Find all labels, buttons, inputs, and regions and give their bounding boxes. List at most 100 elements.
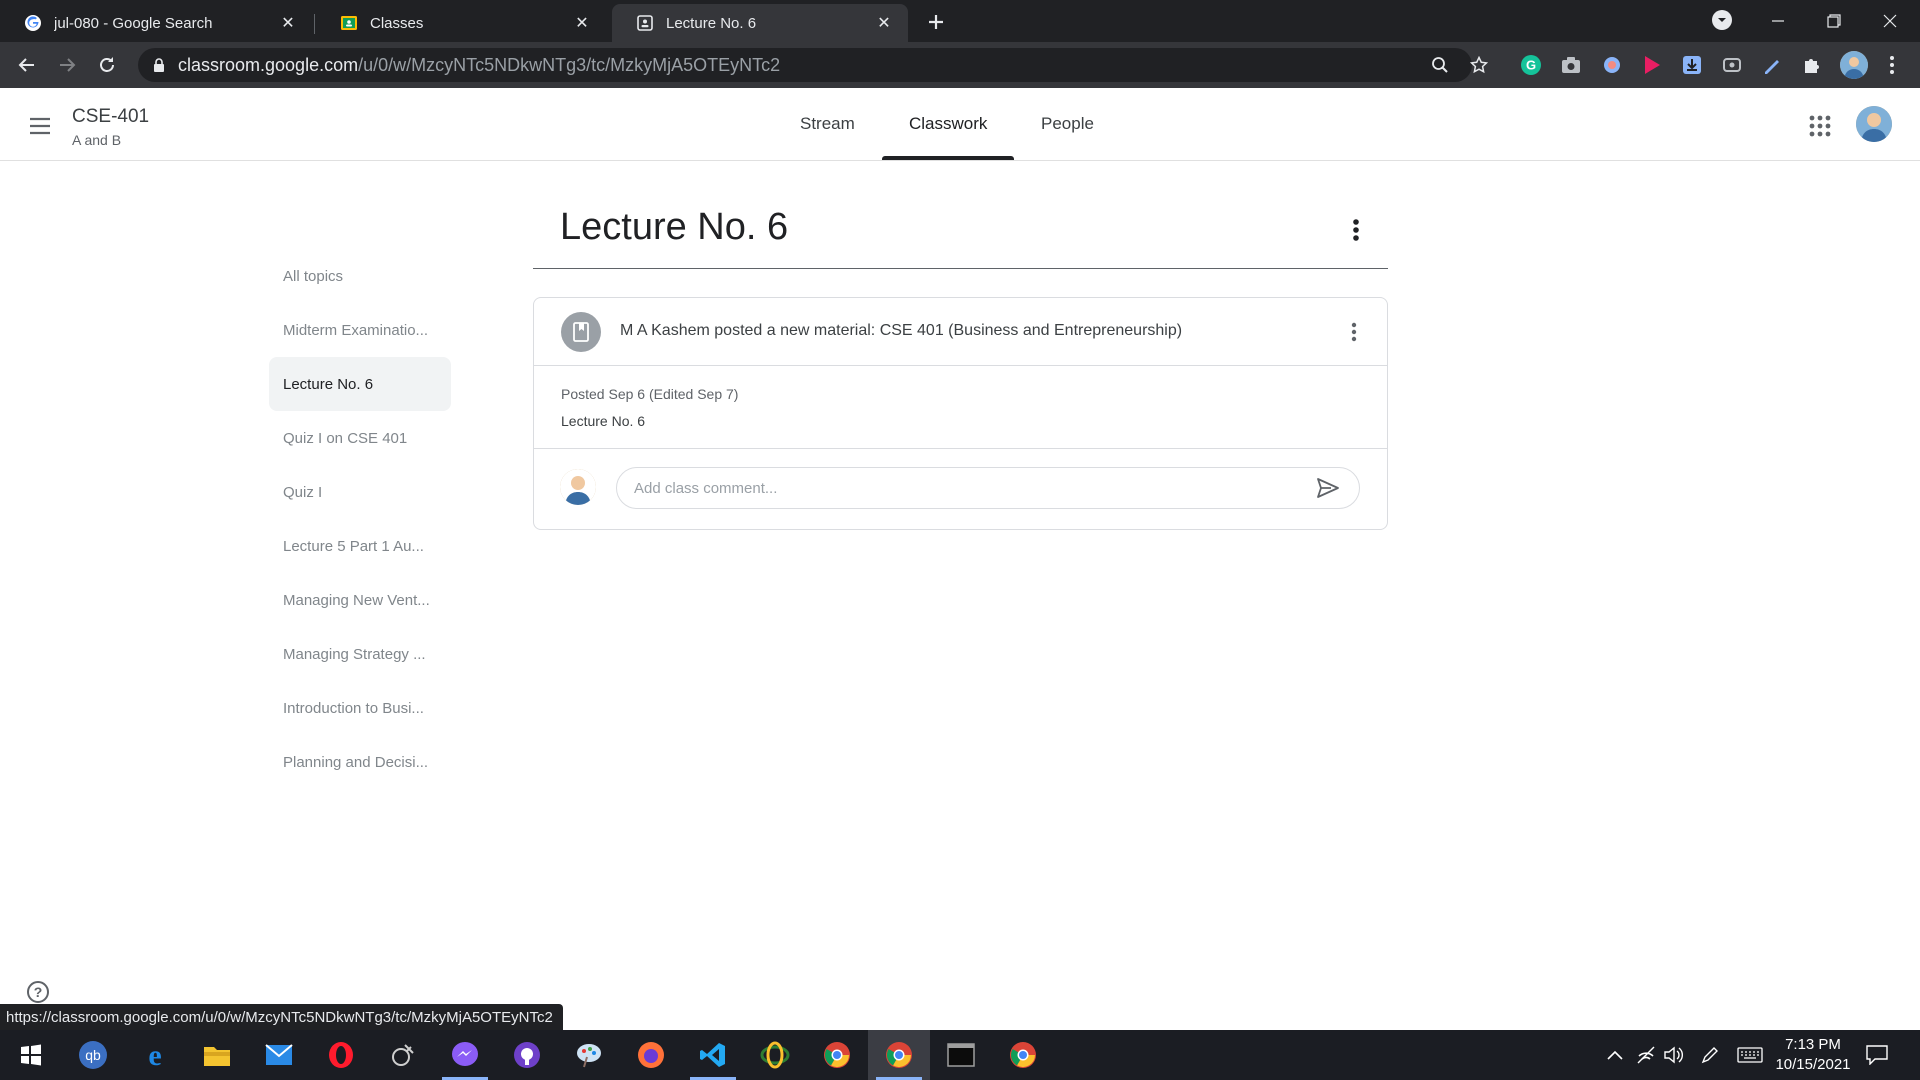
- taskbar-app-firefox[interactable]: [620, 1030, 682, 1080]
- extension-play-icon[interactable]: [1641, 54, 1663, 76]
- restore-button[interactable]: [1806, 0, 1862, 42]
- notification-center-button[interactable]: [1864, 1042, 1890, 1068]
- material-card: M A Kashem posted a new material: CSE 40…: [533, 297, 1388, 530]
- system-clock[interactable]: 7:13 PM 10/15/2021: [1768, 1035, 1858, 1075]
- tab-search-button[interactable]: [1712, 10, 1732, 30]
- tab-people[interactable]: People: [1019, 88, 1116, 160]
- taskbar-app-qb[interactable]: qb: [62, 1030, 124, 1080]
- forward-button[interactable]: [53, 51, 81, 79]
- taskbar-app-chrome-profile[interactable]: [806, 1030, 868, 1080]
- material-card-header[interactable]: M A Kashem posted a new material: CSE 40…: [534, 298, 1387, 366]
- commenter-avatar: [560, 469, 596, 505]
- keyboard-icon[interactable]: [1737, 1044, 1763, 1066]
- taskbar-app-mail[interactable]: [248, 1030, 310, 1080]
- close-icon[interactable]: ✕: [572, 13, 592, 33]
- lock-icon[interactable]: [152, 57, 166, 73]
- topic-item[interactable]: Quiz I: [269, 465, 451, 519]
- send-comment-button[interactable]: [1312, 473, 1344, 503]
- svg-text:e: e: [148, 1041, 161, 1069]
- tab-classes[interactable]: Classes ✕: [316, 4, 606, 42]
- account-avatar[interactable]: [1856, 106, 1892, 142]
- pen-icon[interactable]: [1761, 54, 1783, 76]
- browser-toolbar: classroom.google.com/u/0/w/MzcyNTc5NDkwN…: [0, 42, 1920, 88]
- class-name[interactable]: CSE-401: [72, 106, 149, 128]
- minimize-button[interactable]: [1750, 0, 1806, 42]
- folder-icon: [204, 1047, 230, 1066]
- main-menu-button[interactable]: [24, 110, 56, 142]
- download-icon[interactable]: [1681, 54, 1703, 76]
- extension-link-icon[interactable]: [1721, 54, 1743, 76]
- topic-item[interactable]: Quiz I on CSE 401: [269, 411, 451, 465]
- hamburger-icon: [30, 117, 50, 135]
- arrow-right-icon: [60, 58, 76, 72]
- taskbar-app-paint[interactable]: [558, 1030, 620, 1080]
- clock-time: 7:13 PM: [1785, 1036, 1841, 1053]
- taskbar-app-explorer[interactable]: [186, 1030, 248, 1080]
- taskbar-app-vscode[interactable]: [682, 1030, 744, 1080]
- class-comment-input[interactable]: Add class comment...: [616, 467, 1360, 509]
- messenger-icon: [452, 1042, 478, 1066]
- clock-date: 10/15/2021: [1775, 1056, 1851, 1073]
- terminal-icon: [947, 1043, 975, 1067]
- taskbar-app-chrome[interactable]: [868, 1030, 930, 1080]
- help-icon[interactable]: ?: [27, 981, 49, 1003]
- topic-title: Lecture No. 6: [560, 206, 789, 248]
- pen-workspace-icon[interactable]: [1699, 1044, 1721, 1066]
- star-icon[interactable]: [1469, 55, 1489, 75]
- volume-icon[interactable]: [1663, 1044, 1685, 1066]
- material-title[interactable]: M A Kashem posted a new material: CSE 40…: [620, 322, 1182, 340]
- new-tab-button[interactable]: [922, 8, 950, 36]
- topic-item-active[interactable]: Lecture No. 6: [269, 357, 451, 411]
- camera-icon[interactable]: [1560, 54, 1582, 76]
- tab-stream[interactable]: Stream: [778, 88, 877, 160]
- taskbar-app-edge[interactable]: e: [124, 1030, 186, 1080]
- taskbar-app-github[interactable]: [496, 1030, 558, 1080]
- profile-avatar[interactable]: [1840, 51, 1868, 79]
- topic-item[interactable]: Lecture 5 Part 1 Au...: [269, 519, 451, 573]
- satellite-icon: [392, 1044, 414, 1066]
- tab-google-search[interactable]: jul-080 - Google Search ✕: [0, 4, 312, 42]
- wifi-icon[interactable]: [1635, 1044, 1657, 1066]
- topic-item[interactable]: Midterm Examinatio...: [269, 303, 451, 357]
- taskbar-app-terminal[interactable]: [930, 1030, 992, 1080]
- google-apps-button[interactable]: [1806, 112, 1834, 140]
- extension-globe-icon[interactable]: [1601, 54, 1623, 76]
- topic-more-button[interactable]: [1342, 214, 1370, 246]
- tab-classwork[interactable]: Classwork: [887, 88, 1009, 160]
- tab-lecture-no-6[interactable]: Lecture No. 6 ✕: [612, 4, 908, 42]
- url-path: /u/0/w/MzcyNTc5NDkwNTg3/tc/MzkyMjA5OTEyN…: [358, 54, 781, 75]
- zoom-icon[interactable]: [1430, 55, 1450, 75]
- topic-item[interactable]: Introduction to Busi...: [269, 681, 451, 735]
- close-window-button[interactable]: [1862, 0, 1918, 42]
- topic-item[interactable]: Planning and Decisi...: [269, 735, 451, 789]
- material-more-button[interactable]: [1342, 318, 1366, 346]
- browser-tab-strip: jul-080 - Google Search ✕ Classes ✕ Lect…: [0, 0, 1920, 42]
- svg-text:G: G: [1526, 58, 1536, 73]
- taskbar-app-globe[interactable]: [744, 1030, 806, 1080]
- show-hidden-icons-button[interactable]: [1604, 1044, 1626, 1066]
- topic-all-topics[interactable]: All topics: [269, 249, 451, 303]
- taskbar-app-satellite[interactable]: [372, 1030, 434, 1080]
- taskbar-app-messenger[interactable]: [434, 1030, 496, 1080]
- restore-icon: [1827, 14, 1841, 28]
- taskbar-app-chrome-2[interactable]: [992, 1030, 1054, 1080]
- reload-button[interactable]: [93, 51, 121, 79]
- github-icon: [514, 1042, 540, 1068]
- classroom-icon: [340, 14, 358, 32]
- start-button[interactable]: [0, 1030, 62, 1080]
- topic-item[interactable]: Managing Strategy ...: [269, 627, 451, 681]
- back-button[interactable]: [13, 51, 41, 79]
- material-book-icon: [561, 312, 601, 352]
- tab-divider: [314, 14, 315, 34]
- minimize-icon: [1772, 20, 1784, 22]
- topic-item[interactable]: Managing New Vent...: [269, 573, 451, 627]
- close-icon[interactable]: ✕: [874, 13, 894, 33]
- chrome-menu-button[interactable]: [1878, 51, 1906, 79]
- address-bar[interactable]: classroom.google.com/u/0/w/MzcyNTc5NDkwN…: [138, 48, 1488, 82]
- close-icon[interactable]: ✕: [278, 13, 298, 33]
- taskbar-app-opera[interactable]: [310, 1030, 372, 1080]
- grammarly-icon[interactable]: G: [1520, 54, 1542, 76]
- material-description: Lecture No. 6: [561, 413, 646, 429]
- puzzle-icon[interactable]: [1801, 54, 1823, 76]
- svg-text:qb: qb: [85, 1047, 101, 1063]
